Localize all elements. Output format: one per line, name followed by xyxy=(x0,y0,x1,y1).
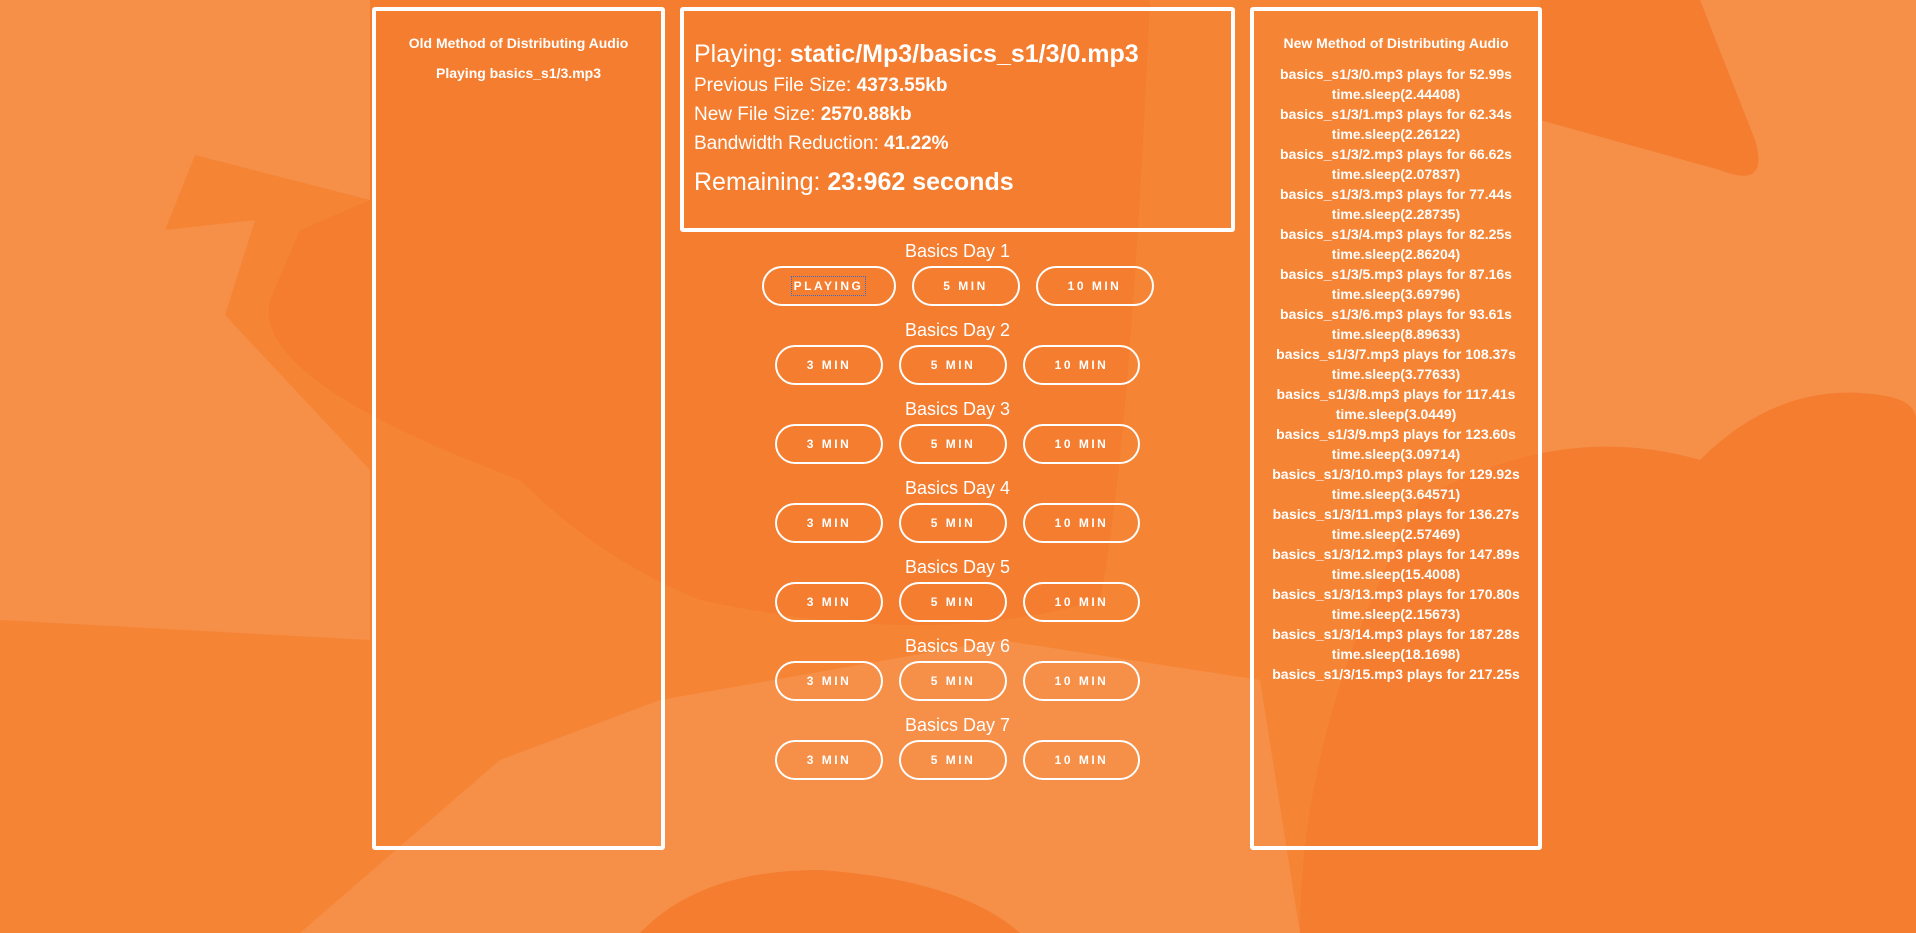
old-method-playing: Playing basics_s1/3.mp3 xyxy=(436,65,601,81)
log-row: basics_s1/3/14.mp3 plays for 187.28s xyxy=(1272,626,1520,642)
log-row: basics_s1/3/6.mp3 plays for 93.61s xyxy=(1280,306,1512,322)
old-method-title: Old Method of Distributing Audio xyxy=(408,35,629,51)
log-row: basics_s1/3/0.mp3 plays for 52.99s xyxy=(1280,66,1512,82)
bandwidth-value: 41.22% xyxy=(884,133,949,154)
log-row: time.sleep(2.86204) xyxy=(1331,246,1461,262)
log-row: basics_s1/3/15.mp3 plays for 217.25s xyxy=(1272,666,1520,682)
day6-10min-button[interactable]: 10 MIN xyxy=(1023,661,1140,701)
log-row: basics_s1/3/13.mp3 plays for 170.80s xyxy=(1272,586,1520,602)
log-row: time.sleep(15.4008) xyxy=(1331,566,1461,582)
log-row: time.sleep(8.89633) xyxy=(1331,326,1461,342)
log-row: basics_s1/3/7.mp3 plays for 108.37s xyxy=(1276,346,1516,362)
new-method-title: New Method of Distributing Audio xyxy=(1283,35,1509,51)
day-group: Basics Day 2 3 MIN 5 MIN 10 MIN xyxy=(680,317,1235,396)
day-group: Basics Day 3 3 MIN 5 MIN 10 MIN xyxy=(680,396,1235,475)
day5-5min-button[interactable]: 5 MIN xyxy=(899,582,1007,622)
new-size-value: 2570.88kb xyxy=(820,104,912,125)
log-row: time.sleep(2.28735) xyxy=(1331,206,1461,222)
log-row: basics_s1/3/12.mp3 plays for 147.89s xyxy=(1272,546,1520,562)
playing-label: Playing: xyxy=(694,40,783,68)
day5-10min-button[interactable]: 10 MIN xyxy=(1023,582,1140,622)
log-row: time.sleep(3.0449) xyxy=(1335,406,1457,422)
day1-5min-button[interactable]: 5 MIN xyxy=(911,266,1020,306)
log-row: time.sleep(3.69796) xyxy=(1331,286,1461,302)
log-row: time.sleep(18.1698) xyxy=(1331,646,1461,662)
log-row: basics_s1/3/4.mp3 plays for 82.25s xyxy=(1280,226,1512,242)
day-list: Basics Day 1 PLAYING 5 MIN 10 MIN Basics… xyxy=(680,238,1235,791)
day4-3min-button[interactable]: 3 MIN xyxy=(775,503,883,543)
day-group: Basics Day 1 PLAYING 5 MIN 10 MIN xyxy=(680,238,1235,317)
log-row: time.sleep(2.44408) xyxy=(1331,86,1461,102)
day6-5min-button[interactable]: 5 MIN xyxy=(899,661,1007,701)
day-title: Basics Day 1 xyxy=(904,241,1011,261)
previous-size-value: 4373.55kb xyxy=(856,75,948,96)
old-method-panel: Old Method of Distributing Audio Playing… xyxy=(372,7,665,850)
new-method-panel: New Method of Distributing Audio basics_… xyxy=(1250,7,1542,850)
day-title: Basics Day 4 xyxy=(904,478,1011,498)
day-group: Basics Day 7 3 MIN 5 MIN 10 MIN xyxy=(680,712,1235,791)
log-row: time.sleep(3.64571) xyxy=(1331,486,1461,502)
day-buttons: 3 MIN 5 MIN 10 MIN xyxy=(680,422,1235,475)
log-row: time.sleep(3.09714) xyxy=(1331,446,1461,462)
new-size-line: New File Size: 2570.88kb xyxy=(694,100,1231,129)
day-buttons: 3 MIN 5 MIN 10 MIN xyxy=(680,501,1235,554)
day5-3min-button[interactable]: 3 MIN xyxy=(775,582,883,622)
day4-5min-button[interactable]: 5 MIN xyxy=(899,503,1007,543)
day-buttons: 3 MIN 5 MIN 10 MIN xyxy=(680,738,1235,791)
log-row: basics_s1/3/2.mp3 plays for 66.62s xyxy=(1280,146,1512,162)
day2-3min-button[interactable]: 3 MIN xyxy=(775,345,883,385)
day-group: Basics Day 6 3 MIN 5 MIN 10 MIN xyxy=(680,633,1235,712)
log-row: time.sleep(2.15673) xyxy=(1331,606,1461,622)
log-row: basics_s1/3/1.mp3 plays for 62.34s xyxy=(1280,106,1512,122)
log-row: time.sleep(3.77633) xyxy=(1331,366,1461,382)
day-title: Basics Day 6 xyxy=(904,636,1011,656)
playing-value: static/Mp3/basics_s1/3/0.mp3 xyxy=(789,40,1139,68)
day-title: Basics Day 7 xyxy=(904,715,1011,735)
day1-10min-button[interactable]: 10 MIN xyxy=(1035,266,1154,306)
day6-3min-button[interactable]: 3 MIN xyxy=(775,661,883,701)
log-row: basics_s1/3/11.mp3 plays for 136.27s xyxy=(1272,506,1520,522)
day7-10min-button[interactable]: 10 MIN xyxy=(1023,740,1140,780)
day-buttons: 3 MIN 5 MIN 10 MIN xyxy=(680,580,1235,633)
log-row: time.sleep(2.57469) xyxy=(1331,526,1461,542)
previous-size-label: Previous File Size: xyxy=(694,75,852,96)
day4-10min-button[interactable]: 10 MIN xyxy=(1023,503,1140,543)
log-row: time.sleep(2.26122) xyxy=(1331,126,1461,142)
log-row: basics_s1/3/10.mp3 plays for 129.92s xyxy=(1272,466,1520,482)
day-title: Basics Day 2 xyxy=(904,320,1011,340)
day2-10min-button[interactable]: 10 MIN xyxy=(1023,345,1140,385)
day-buttons: PLAYING 5 MIN 10 MIN xyxy=(680,264,1235,317)
day7-3min-button[interactable]: 3 MIN xyxy=(775,740,883,780)
day1-playing-button[interactable]: PLAYING xyxy=(761,266,896,306)
remaining-value: 23:962 seconds xyxy=(827,168,1014,196)
new-method-log: basics_s1/3/0.mp3 plays for 52.99s time.… xyxy=(1254,64,1538,684)
day2-5min-button[interactable]: 5 MIN xyxy=(899,345,1007,385)
bandwidth-label: Bandwidth Reduction: xyxy=(694,133,879,154)
log-row: basics_s1/3/5.mp3 plays for 87.16s xyxy=(1280,266,1512,282)
day-buttons: 3 MIN 5 MIN 10 MIN xyxy=(680,343,1235,396)
previous-size-line: Previous File Size: 4373.55kb xyxy=(694,71,1231,100)
day-title: Basics Day 5 xyxy=(904,557,1011,577)
day-group: Basics Day 5 3 MIN 5 MIN 10 MIN xyxy=(680,554,1235,633)
remaining-label: Remaining: xyxy=(694,168,821,196)
log-row: basics_s1/3/9.mp3 plays for 123.60s xyxy=(1276,426,1516,442)
bandwidth-line: Bandwidth Reduction: 41.22% xyxy=(694,129,1231,158)
day-buttons: 3 MIN 5 MIN 10 MIN xyxy=(680,659,1235,712)
log-row: basics_s1/3/3.mp3 plays for 77.44s xyxy=(1280,186,1512,202)
new-size-label: New File Size: xyxy=(694,104,816,125)
day-group: Basics Day 4 3 MIN 5 MIN 10 MIN xyxy=(680,475,1235,554)
day7-5min-button[interactable]: 5 MIN xyxy=(899,740,1007,780)
status-box: Playing: static/Mp3/basics_s1/3/0.mp3 Pr… xyxy=(680,7,1235,232)
playing-line: Playing: static/Mp3/basics_s1/3/0.mp3 xyxy=(694,37,1231,71)
day3-5min-button[interactable]: 5 MIN xyxy=(899,424,1007,464)
remaining-line: Remaining: 23:962 seconds xyxy=(694,165,1231,199)
log-row: basics_s1/3/8.mp3 plays for 117.41s xyxy=(1276,386,1516,402)
day3-10min-button[interactable]: 10 MIN xyxy=(1023,424,1140,464)
day3-3min-button[interactable]: 3 MIN xyxy=(775,424,883,464)
day-title: Basics Day 3 xyxy=(904,399,1011,419)
log-row: time.sleep(2.07837) xyxy=(1331,166,1461,182)
